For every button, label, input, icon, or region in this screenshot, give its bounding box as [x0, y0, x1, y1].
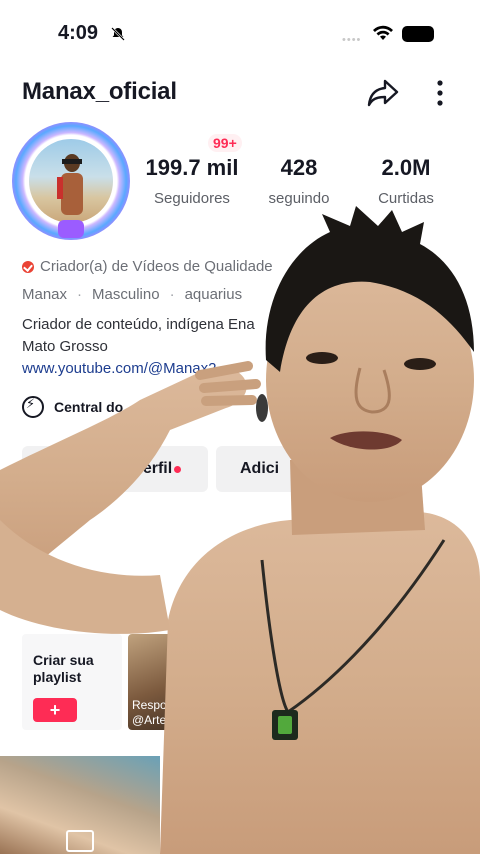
video-clapper-icon — [66, 830, 94, 852]
wifi-icon — [373, 25, 393, 40]
signal-icon: •••• — [342, 34, 362, 46]
reply-card-line-2: @Arte — [132, 713, 167, 727]
category-check-icon — [22, 260, 34, 273]
following-label[interactable]: seguindo — [256, 190, 342, 207]
likes-label: Curtidas — [378, 190, 434, 207]
edit-profile-label: erfil — [142, 460, 173, 477]
likes-count: 2.0M — [381, 155, 431, 180]
edit-profile-dot — [174, 465, 182, 473]
followers-count[interactable]: 199.7 mil — [134, 155, 250, 181]
add-friends-label: Adici — [240, 460, 280, 477]
bio-line-2: Mato Grosso — [22, 338, 108, 355]
create-playlist-button[interactable]: + — [33, 698, 77, 722]
status-bar: 4:09 •••• — [0, 0, 480, 68]
profile-category: Criador(a) de Vídeos de Qualidade — [22, 258, 273, 275]
notification-badge[interactable]: 99+ — [208, 134, 242, 152]
lightning-icon — [22, 396, 44, 418]
followers-label[interactable]: Seguidores — [134, 190, 250, 207]
video-thumbnail[interactable] — [0, 756, 160, 854]
more-options-icon[interactable] — [426, 78, 454, 108]
tag-separator: · — [77, 286, 83, 303]
reply-video-card[interactable]: Respo @Arte — [128, 634, 172, 730]
reply-card-text: Respo @Arte — [132, 698, 167, 728]
battery-icon — [402, 26, 434, 42]
create-playlist-card[interactable]: Criar sua playlist + — [22, 634, 122, 730]
creator-center-row[interactable]: Central do — [22, 396, 123, 418]
avatar[interactable] — [12, 122, 130, 240]
avatar-person-illustration — [57, 154, 83, 215]
profile-link[interactable]: www.youtube.com/@Manax2 — [22, 360, 216, 377]
profile-tags: Manax · Masculino · aquarius — [22, 286, 242, 303]
muted-bell-icon — [111, 27, 125, 41]
edit-profile-button[interactable]: erfil — [22, 446, 208, 492]
tag-sign: aquarius — [184, 286, 243, 303]
avatar-badge-icon — [58, 220, 84, 238]
create-playlist-title: Criar sua playlist — [33, 652, 94, 685]
following-count[interactable]: 428 — [256, 155, 342, 181]
add-friends-button[interactable]: Adici — [216, 446, 336, 492]
status-time: 4:09 — [58, 22, 99, 44]
tag-separator: · — [169, 286, 175, 303]
creator-center-label: Central do — [54, 399, 124, 415]
profile-category-text: Criador(a) de Vídeos de Qualidade — [40, 258, 273, 275]
tag-gender: Masculino — [92, 286, 160, 303]
bio-line-1: Criador de conteúdo, indígena Ena — [22, 316, 255, 333]
tag-name: Manax — [22, 286, 68, 303]
profile-username: Manax_oficial — [22, 78, 177, 105]
avatar-photo — [29, 139, 113, 223]
reply-card-line-1: Respo — [132, 698, 167, 712]
share-icon[interactable] — [366, 77, 400, 109]
